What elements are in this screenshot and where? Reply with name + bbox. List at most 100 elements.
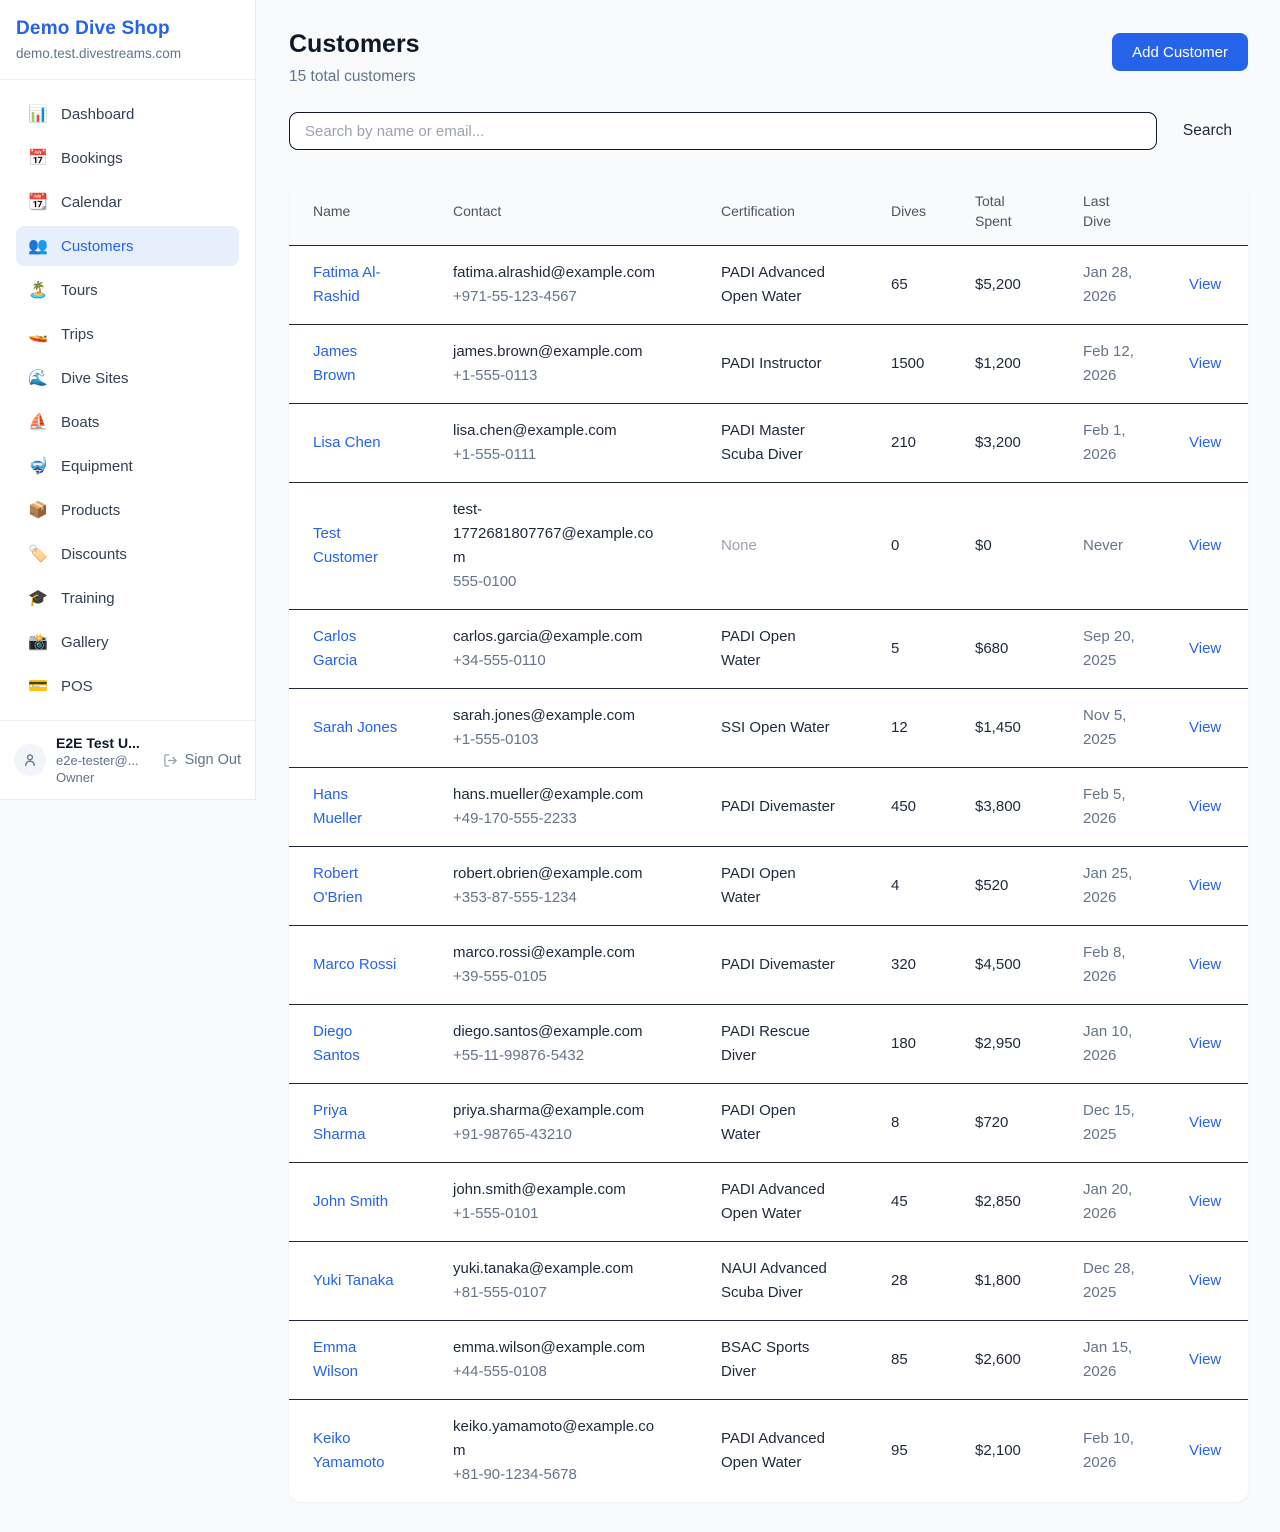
last-dive-cell: Feb 1, 2026 bbox=[1071, 403, 1177, 482]
sidebar-item-calendar[interactable]: 📆 Calendar bbox=[16, 182, 239, 222]
customer-email: priya.sharma@example.com bbox=[453, 1099, 644, 1123]
customer-phone: +39-555-0105 bbox=[453, 968, 547, 985]
customer-email: keiko.yamamoto@example.com bbox=[453, 1415, 665, 1463]
certification-cell: PADI Divemaster bbox=[709, 925, 879, 1004]
user-role: Owner bbox=[56, 770, 140, 785]
sign-out-button[interactable]: Sign Out bbox=[163, 752, 241, 768]
view-link[interactable]: View bbox=[1189, 355, 1221, 372]
search-input[interactable] bbox=[289, 112, 1157, 150]
sidebar-item-pos[interactable]: 💳 POS bbox=[16, 666, 239, 706]
certification-text: PADI Open Water bbox=[721, 862, 839, 910]
view-link[interactable]: View bbox=[1189, 1442, 1221, 1459]
certification-text: PADI Open Water bbox=[721, 1099, 839, 1147]
customer-name-link[interactable]: James Brown bbox=[313, 340, 401, 388]
last-dive-text: Jan 28, 2026 bbox=[1083, 261, 1145, 309]
customers-icon: 👥 bbox=[28, 236, 48, 256]
total-spent-cell: $5,200 bbox=[963, 245, 1071, 324]
sidebar-item-gallery[interactable]: 📸 Gallery bbox=[16, 622, 239, 662]
view-link[interactable]: View bbox=[1189, 798, 1221, 815]
shop-domain: demo.test.divestreams.com bbox=[16, 46, 239, 61]
customer-name-link[interactable]: Keiko Yamamoto bbox=[313, 1427, 401, 1475]
sidebar-item-products[interactable]: 📦 Products bbox=[16, 490, 239, 530]
sidebar-item-discounts[interactable]: 🏷️ Discounts bbox=[16, 534, 239, 574]
customer-name-link[interactable]: Marco Rossi bbox=[313, 953, 396, 977]
view-link[interactable]: View bbox=[1189, 1035, 1221, 1052]
view-link[interactable]: View bbox=[1189, 1193, 1221, 1210]
sidebar-item-training[interactable]: 🎓 Training bbox=[16, 578, 239, 618]
customer-email: fatima.alrashid@example.com bbox=[453, 261, 655, 285]
sidebar-item-customers[interactable]: 👥 Customers bbox=[16, 226, 239, 266]
view-link[interactable]: View bbox=[1189, 537, 1221, 554]
boats-icon: ⛵ bbox=[28, 412, 48, 432]
view-link[interactable]: View bbox=[1189, 1114, 1221, 1131]
customer-name-link[interactable]: Hans Mueller bbox=[313, 783, 401, 831]
last-dive-cell: Jan 10, 2026 bbox=[1071, 1004, 1177, 1083]
view-link[interactable]: View bbox=[1189, 1351, 1221, 1368]
last-dive-text: Dec 28, 2025 bbox=[1083, 1257, 1145, 1305]
dives-cell: 4 bbox=[879, 846, 963, 925]
sidebar-item-dive-sites[interactable]: 🌊 Dive Sites bbox=[16, 358, 239, 398]
sidebar-item-bookings[interactable]: 📅 Bookings bbox=[16, 138, 239, 178]
customer-name-link[interactable]: Sarah Jones bbox=[313, 716, 397, 740]
customer-phone: +1-555-0113 bbox=[453, 367, 537, 384]
customer-email: emma.wilson@example.com bbox=[453, 1336, 645, 1360]
table-row: Robert O'Brien robert.obrien@example.com… bbox=[289, 846, 1248, 925]
view-link[interactable]: View bbox=[1189, 1272, 1221, 1289]
customer-name-link[interactable]: Carlos Garcia bbox=[313, 625, 401, 673]
sidebar-item-trips[interactable]: 🚤 Trips bbox=[16, 314, 239, 354]
total-spent-cell: $1,800 bbox=[963, 1241, 1071, 1320]
view-link[interactable]: View bbox=[1189, 877, 1221, 894]
certification-cell: BSAC Sports Diver bbox=[709, 1320, 879, 1399]
dives-cell: 95 bbox=[879, 1399, 963, 1502]
total-spent-cell: $3,200 bbox=[963, 403, 1071, 482]
customer-phone: +34-555-0110 bbox=[453, 652, 546, 669]
last-dive-text: Dec 15, 2025 bbox=[1083, 1099, 1145, 1147]
customer-phone: +1-555-0103 bbox=[453, 731, 539, 748]
user-name: E2E Test U... bbox=[56, 735, 140, 751]
customer-name-link[interactable]: Priya Sharma bbox=[313, 1099, 401, 1147]
sidebar-item-boats[interactable]: ⛵ Boats bbox=[16, 402, 239, 442]
sidebar-header: Demo Dive Shop demo.test.divestreams.com bbox=[0, 0, 255, 80]
view-link[interactable]: View bbox=[1189, 276, 1221, 293]
customer-name-link[interactable]: Test Customer bbox=[313, 522, 401, 570]
gallery-icon: 📸 bbox=[28, 632, 48, 652]
view-link[interactable]: View bbox=[1189, 719, 1221, 736]
view-link[interactable]: View bbox=[1189, 640, 1221, 657]
last-dive-cell: Nov 5, 2025 bbox=[1071, 688, 1177, 767]
certification-cell: PADI Rescue Diver bbox=[709, 1004, 879, 1083]
total-spent-cell: $2,850 bbox=[963, 1162, 1071, 1241]
last-dive-cell: Feb 5, 2026 bbox=[1071, 767, 1177, 846]
dives-cell: 28 bbox=[879, 1241, 963, 1320]
last-dive-text: Feb 8, 2026 bbox=[1083, 941, 1145, 989]
view-link[interactable]: View bbox=[1189, 956, 1221, 973]
certification-text: PADI Divemaster bbox=[721, 795, 835, 819]
table-row: Keiko Yamamoto keiko.yamamoto@example.co… bbox=[289, 1399, 1248, 1502]
customer-phone: +971-55-123-4567 bbox=[453, 288, 577, 305]
customer-name-link[interactable]: Fatima Al-Rashid bbox=[313, 261, 401, 309]
table-row: Test Customer test-1772681807767@example… bbox=[289, 482, 1248, 609]
sidebar-item-equipment[interactable]: 🤿 Equipment bbox=[16, 446, 239, 486]
search-button[interactable]: Search bbox=[1167, 122, 1248, 140]
customer-name-link[interactable]: Lisa Chen bbox=[313, 431, 381, 455]
customer-name-link[interactable]: Emma Wilson bbox=[313, 1336, 401, 1384]
sidebar: Demo Dive Shop demo.test.divestreams.com… bbox=[0, 0, 256, 800]
view-link[interactable]: View bbox=[1189, 434, 1221, 451]
last-dive-cell: Dec 28, 2025 bbox=[1071, 1241, 1177, 1320]
sidebar-item-tours[interactable]: 🏝️ Tours bbox=[16, 270, 239, 310]
sidebar-item-dashboard[interactable]: 📊 Dashboard bbox=[16, 94, 239, 134]
page-title: Customers bbox=[289, 30, 420, 59]
shop-name: Demo Dive Shop bbox=[16, 18, 239, 40]
certification-cell: PADI Open Water bbox=[709, 1083, 879, 1162]
add-customer-button[interactable]: Add Customer bbox=[1112, 33, 1248, 71]
total-spent-cell: $520 bbox=[963, 846, 1071, 925]
certification-text: PADI Advanced Open Water bbox=[721, 1178, 839, 1226]
customer-name-link[interactable]: Robert O'Brien bbox=[313, 862, 401, 910]
table-row: Diego Santos diego.santos@example.com +5… bbox=[289, 1004, 1248, 1083]
customers-table: Name Contact Certification Dives Total S… bbox=[289, 178, 1248, 1502]
total-spent-cell: $720 bbox=[963, 1083, 1071, 1162]
table-row: James Brown james.brown@example.com +1-5… bbox=[289, 324, 1248, 403]
customer-name-link[interactable]: Yuki Tanaka bbox=[313, 1269, 394, 1293]
certification-cell: PADI Advanced Open Water bbox=[709, 1399, 879, 1502]
customer-name-link[interactable]: John Smith bbox=[313, 1190, 388, 1214]
customer-name-link[interactable]: Diego Santos bbox=[313, 1020, 401, 1068]
